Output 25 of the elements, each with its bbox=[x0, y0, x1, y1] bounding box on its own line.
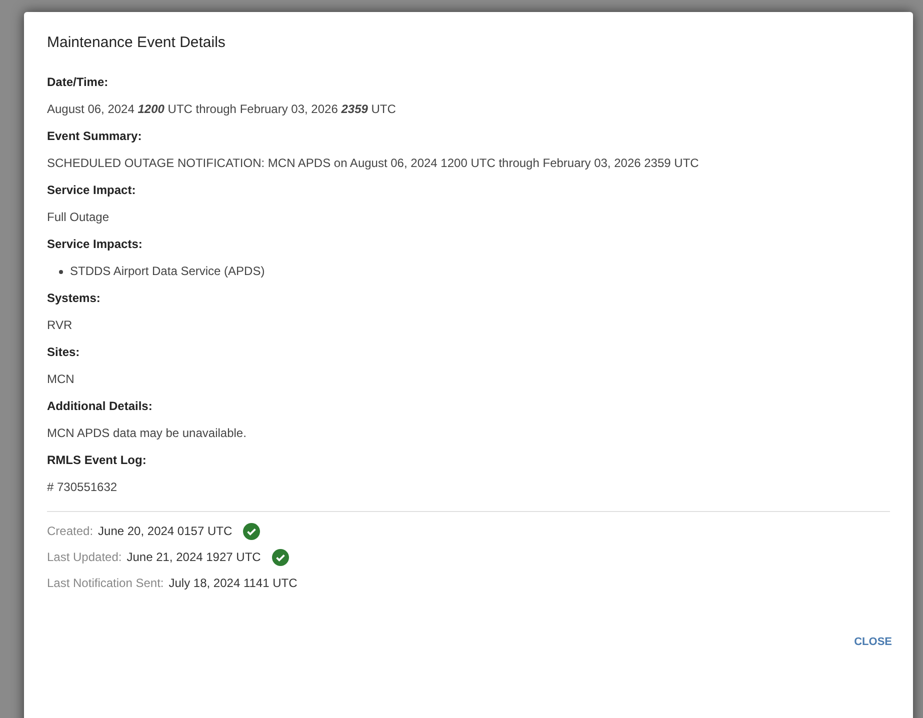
meta-value: June 21, 2024 1927 UTC bbox=[126, 549, 261, 566]
field-label: Event Summary: bbox=[47, 128, 143, 145]
field-value: SCHEDULED OUTAGE NOTIFICATION: MCN APDS on August 06, 2024 1200 UTC through February 03, 2026 2359 UTC bbox=[47, 155, 700, 172]
meta-value: July 18, 2024 1141 UTC bbox=[168, 575, 298, 592]
field-label: RMLS Event Log: bbox=[47, 452, 148, 469]
bullet-icon bbox=[59, 270, 63, 274]
field-value: Full Outage bbox=[47, 209, 110, 226]
field-label: Service Impact: bbox=[47, 182, 137, 199]
field-value: # 730551632 bbox=[47, 479, 118, 496]
field-value: MCN APDS data may be unavailable. bbox=[47, 425, 248, 442]
dialog-title: Maintenance Event Details bbox=[47, 33, 226, 53]
field-value: MCN bbox=[47, 371, 76, 388]
meta-label: Last Updated: bbox=[47, 549, 122, 566]
field-label: Sites: bbox=[47, 344, 81, 361]
close-button[interactable]: CLOSE bbox=[846, 628, 900, 656]
field-value: RVR bbox=[47, 317, 74, 334]
field-label: Service Impacts: bbox=[47, 236, 144, 253]
list-item: STDDS Airport Data Service (APDS) bbox=[70, 263, 265, 280]
meta-label: Last Notification Sent: bbox=[47, 575, 164, 592]
field-label: Additional Details: bbox=[47, 398, 154, 415]
field-label: Systems: bbox=[47, 290, 102, 307]
field-label: Date/Time: bbox=[47, 74, 110, 91]
meta-label: Created: bbox=[47, 523, 94, 540]
meta-value: June 20, 2024 0157 UTC bbox=[98, 523, 232, 540]
field-value: August 06, 2024 1200 UTC through February 03, 2026 2359 UTC bbox=[47, 101, 397, 118]
